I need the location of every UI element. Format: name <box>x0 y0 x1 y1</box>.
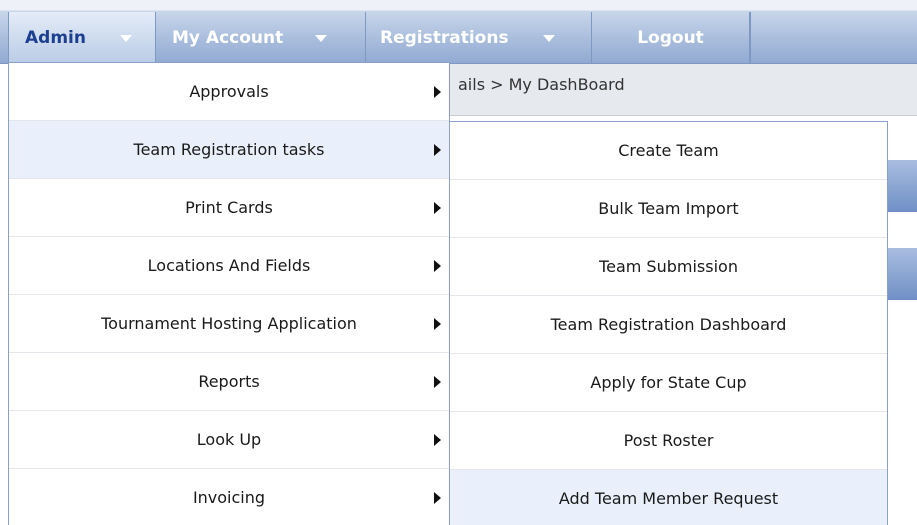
nav-my-account[interactable]: My Account <box>156 12 366 64</box>
caret-right-icon <box>434 433 441 446</box>
section-header-bar <box>886 248 917 300</box>
menu-item-invoicing[interactable]: Invoicing <box>9 469 449 525</box>
submenu-item-label: Team Submission <box>599 257 738 276</box>
nav-logout-label: Logout <box>637 28 704 48</box>
team-registration-submenu: Create Team Bulk Team Import Team Submis… <box>449 121 888 525</box>
menu-item-reports[interactable]: Reports <box>9 353 449 411</box>
caret-right-icon <box>434 85 441 98</box>
menu-item-team-registration-tasks[interactable]: Team Registration tasks <box>9 121 449 179</box>
nav-my-account-label: My Account <box>172 28 284 48</box>
submenu-item-label: Bulk Team Import <box>598 199 739 218</box>
caret-right-icon <box>434 375 441 388</box>
menu-item-label: Locations And Fields <box>147 256 311 275</box>
menu-item-label: Tournament Hosting Application <box>101 314 357 333</box>
submenu-item-team-submission[interactable]: Team Submission <box>450 238 887 296</box>
menu-item-approvals[interactable]: Approvals <box>9 63 449 121</box>
caret-down-icon <box>119 34 132 42</box>
submenu-item-add-team-member-request[interactable]: Add Team Member Request <box>450 470 887 525</box>
caret-right-icon <box>434 143 441 156</box>
caret-right-icon <box>434 201 441 214</box>
section-header-bar <box>886 160 917 212</box>
menu-item-label: Invoicing <box>192 488 266 507</box>
menu-item-label: Look Up <box>196 430 262 449</box>
nav-registrations-label: Registrations <box>380 28 509 48</box>
menu-item-print-cards[interactable]: Print Cards <box>9 179 449 237</box>
nav-spacer <box>750 12 917 64</box>
submenu-item-label: Create Team <box>618 141 719 160</box>
admin-dropdown-menu: Approvals Team Registration tasks Print … <box>8 62 450 525</box>
submenu-item-label: Add Team Member Request <box>558 489 779 508</box>
caret-right-icon <box>434 317 441 330</box>
breadcrumb: ails > My DashBoard <box>458 75 625 94</box>
submenu-item-post-roster[interactable]: Post Roster <box>450 412 887 470</box>
submenu-item-bulk-team-import[interactable]: Bulk Team Import <box>450 180 887 238</box>
nav-admin[interactable]: Admin <box>8 12 156 64</box>
submenu-item-label: Post Roster <box>623 431 714 450</box>
caret-down-icon <box>542 34 555 42</box>
menu-item-label: Reports <box>198 372 260 391</box>
nav-registrations[interactable]: Registrations <box>366 12 592 64</box>
menu-item-label: Print Cards <box>185 198 273 217</box>
nav-admin-label: Admin <box>25 28 86 48</box>
submenu-item-label: Team Registration Dashboard <box>550 315 787 334</box>
nav-logout[interactable]: Logout <box>592 12 750 64</box>
submenu-item-apply-for-state-cup[interactable]: Apply for State Cup <box>450 354 887 412</box>
menu-item-label: Approvals <box>189 82 269 101</box>
submenu-item-label: Apply for State Cup <box>590 373 747 392</box>
menu-item-tournament-hosting-application[interactable]: Tournament Hosting Application <box>9 295 449 353</box>
caret-right-icon <box>434 259 441 272</box>
menu-item-look-up[interactable]: Look Up <box>9 411 449 469</box>
caret-right-icon <box>434 491 441 504</box>
submenu-item-create-team[interactable]: Create Team <box>450 122 887 180</box>
menu-item-locations-and-fields[interactable]: Locations And Fields <box>9 237 449 295</box>
caret-down-icon <box>315 34 328 42</box>
menu-item-label: Team Registration tasks <box>133 140 325 159</box>
submenu-item-team-registration-dashboard[interactable]: Team Registration Dashboard <box>450 296 887 354</box>
